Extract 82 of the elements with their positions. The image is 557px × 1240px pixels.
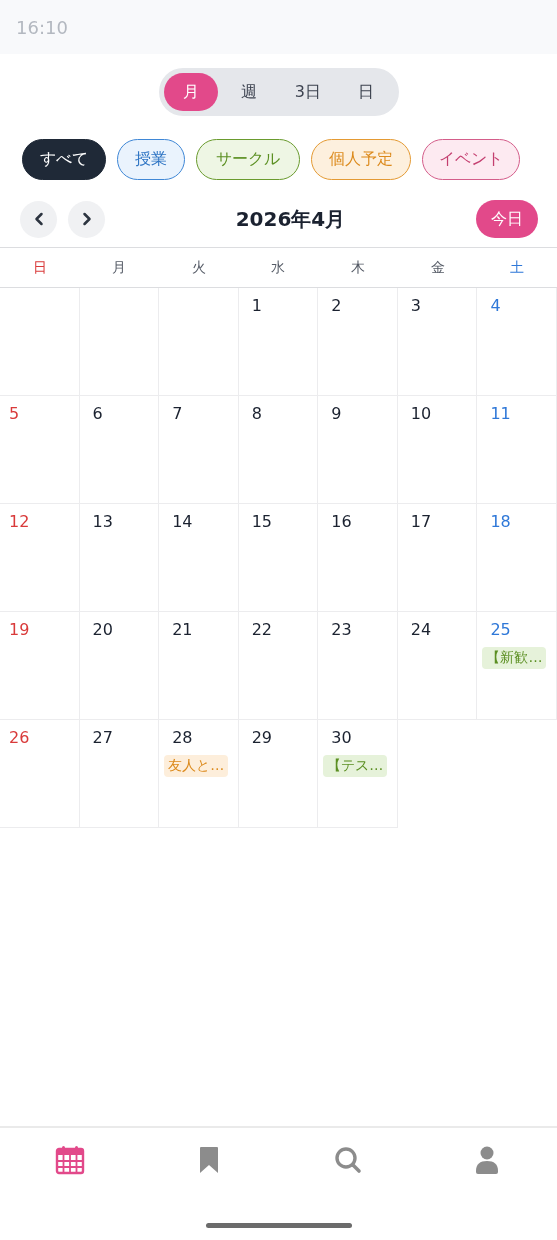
day-cell[interactable]: 27 — [79, 720, 160, 828]
day-number: 19 — [8, 620, 30, 639]
day-number: 22 — [250, 620, 273, 639]
day-number: 24 — [409, 620, 432, 639]
day-cell[interactable]: 24 — [397, 612, 478, 720]
prev-button[interactable] — [20, 200, 57, 238]
day-number: 3 — [409, 296, 421, 315]
day-cell[interactable]: 22 — [238, 612, 319, 720]
filter-chip[interactable]: サークル — [196, 139, 300, 180]
weekday-label: 土 — [509, 257, 526, 277]
day-number: 9 — [330, 404, 342, 423]
day-cell[interactable]: 7 — [159, 396, 239, 504]
view-tab[interactable]: 週 — [222, 73, 277, 111]
day-cell[interactable]: 28 友人と… — [159, 720, 239, 828]
weekday-label: 火 — [190, 257, 207, 277]
day-cell[interactable]: 10 — [397, 396, 478, 504]
day-number: 2 — [330, 296, 342, 315]
event-chip[interactable]: 【新歓… — [482, 647, 547, 669]
month-title: 2026年4月 — [234, 205, 347, 233]
day-number: 23 — [330, 620, 352, 639]
day-cell[interactable]: 6 — [79, 396, 160, 504]
weekday-label: 水 — [270, 257, 287, 277]
filter-chip[interactable]: 授業 — [117, 139, 185, 180]
calendar-icon[interactable] — [53, 1144, 86, 1176]
day-number: 18 — [489, 512, 511, 531]
day-number: 21 — [171, 620, 193, 639]
day-cell[interactable]: 19 — [0, 612, 80, 720]
day-number: 17 — [409, 512, 432, 531]
day-cell[interactable]: 15 — [238, 504, 319, 612]
day-cell[interactable]: 20 — [79, 612, 160, 720]
day-number: 4 — [489, 296, 501, 315]
day-number: 13 — [91, 512, 113, 531]
day-cell[interactable]: 3 — [397, 288, 478, 396]
day-number: 10 — [409, 404, 432, 423]
view-tab[interactable]: 日 — [339, 73, 394, 111]
day-number: 1 — [250, 296, 262, 315]
day-number: 14 — [171, 512, 193, 531]
day-cell[interactable]: 17 — [397, 504, 478, 612]
day-cell[interactable]: 26 — [0, 720, 80, 828]
day-number: 12 — [8, 512, 30, 531]
view-tab[interactable]: 3日 — [280, 73, 335, 111]
day-number: 27 — [91, 728, 113, 747]
filter-chip[interactable]: イベント — [422, 139, 520, 180]
day-number: 6 — [91, 404, 103, 423]
day-cell[interactable]: 14 — [159, 504, 239, 612]
day-number: 26 — [8, 728, 30, 747]
day-cell[interactable]: 2 — [318, 288, 398, 396]
day-cell[interactable]: 4 — [477, 288, 557, 396]
day-cell[interactable]: 1 — [238, 288, 319, 396]
day-number: 5 — [8, 404, 20, 423]
day-cell[interactable]: 12 — [0, 504, 80, 612]
day-number: 7 — [171, 404, 183, 423]
view-tab[interactable]: 月 — [163, 73, 218, 111]
day-cell[interactable]: 21 — [159, 612, 239, 720]
weekday-label: 日 — [31, 257, 48, 277]
day-number: 29 — [250, 728, 273, 747]
weekday-label: 木 — [350, 257, 367, 277]
today-button[interactable]: 今日 — [476, 200, 538, 238]
weekday-label: 月 — [111, 257, 128, 277]
day-cell[interactable]: 29 — [238, 720, 319, 828]
day-cell[interactable]: 5 — [0, 396, 80, 504]
day-cell[interactable]: 23 — [318, 612, 398, 720]
day-number: 30 — [330, 728, 352, 747]
day-cell[interactable]: 18 — [477, 504, 557, 612]
day-number: 8 — [250, 404, 262, 423]
day-cell[interactable]: 11 — [477, 396, 557, 504]
filter-chip[interactable]: すべて — [22, 139, 106, 180]
day-cell[interactable]: 9 — [318, 396, 398, 504]
day-number: 16 — [330, 512, 352, 531]
weekday-label: 金 — [429, 257, 446, 277]
next-button[interactable] — [68, 200, 105, 238]
day-number: 28 — [171, 728, 193, 747]
day-cell[interactable]: 30 【テス… — [318, 720, 398, 828]
day-cell[interactable]: 16 — [318, 504, 398, 612]
day-cell[interactable]: 13 — [79, 504, 160, 612]
day-number: 25 — [489, 620, 511, 639]
day-cell[interactable]: 8 — [238, 396, 319, 504]
day-cell[interactable]: 25 【新歓… — [477, 612, 557, 720]
day-number: 11 — [489, 404, 511, 423]
day-number: 15 — [250, 512, 273, 531]
day-number: 20 — [91, 620, 113, 639]
status-time: 16:10 — [16, 16, 68, 38]
